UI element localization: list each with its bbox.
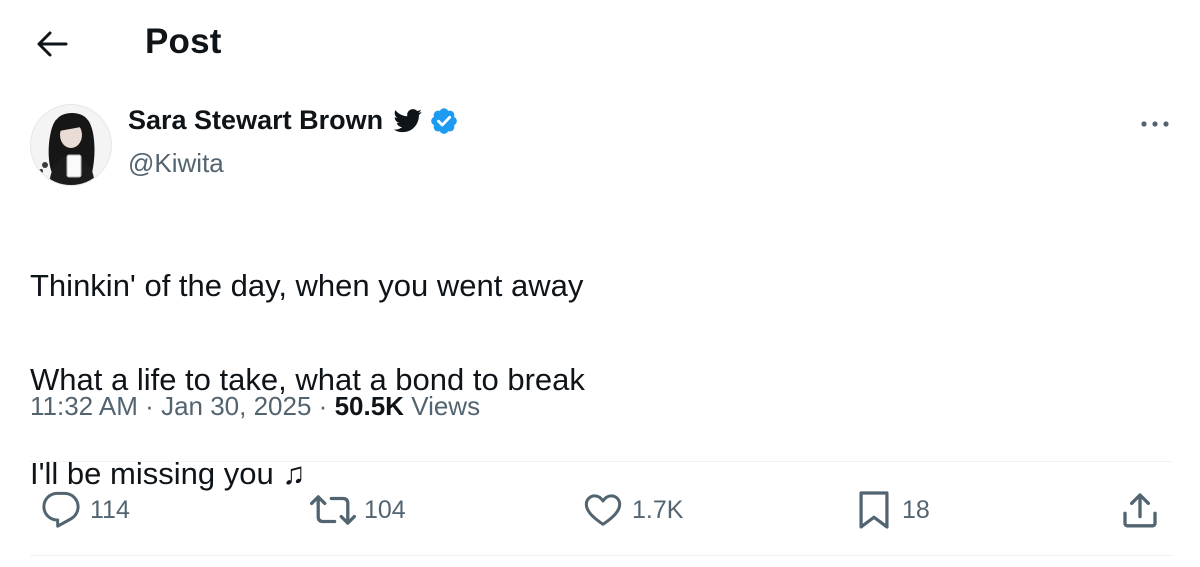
tweet-line: I'll be missing you ♫ <box>30 456 306 491</box>
arrow-left-icon <box>37 31 68 57</box>
tweet-line: Thinkin' of the day, when you went away <box>30 268 584 303</box>
top-bar: Post <box>0 0 1200 88</box>
views-label: Views <box>411 391 481 421</box>
reply-count: 114 <box>90 495 130 524</box>
repost-icon <box>310 495 356 525</box>
reply-button[interactable]: 114 <box>40 490 130 530</box>
more-options-button[interactable] <box>1130 108 1180 140</box>
divider <box>30 461 1172 462</box>
profile-photo-icon <box>31 105 111 185</box>
tweet-time: 11:32 AM <box>30 391 138 421</box>
meta-separator: · <box>145 391 154 421</box>
views-count: 50.5K <box>334 391 404 421</box>
author-name[interactable]: Sara Stewart Brown <box>128 105 459 136</box>
reply-icon <box>42 491 80 528</box>
like-count: 1.7K <box>632 495 684 524</box>
bookmark-button[interactable]: 18 <box>854 490 930 530</box>
repost-button[interactable]: 104 <box>310 490 406 530</box>
tweet-date: Jan 30, 2025 <box>161 391 312 421</box>
back-button[interactable] <box>30 24 74 64</box>
verified-badge-icon <box>429 106 459 136</box>
tweet-meta: 11:32 AM · Jan 30, 2025 · 50.5K Views <box>30 391 480 422</box>
author-display-name: Sara Stewart Brown <box>128 105 384 135</box>
more-dots-icon <box>1141 121 1169 127</box>
share-button[interactable] <box>1120 490 1160 530</box>
heart-icon <box>584 494 622 526</box>
like-button[interactable]: 1.7K <box>582 490 683 530</box>
avatar[interactable] <box>30 104 112 186</box>
bookmark-count: 18 <box>902 495 930 524</box>
tweet-text: Thinkin' of the day, when you went away … <box>30 215 1130 544</box>
timestamp-link[interactable]: 11:32 AM · Jan 30, 2025 <box>30 391 311 421</box>
bird-icon <box>393 108 423 133</box>
author-handle[interactable]: @Kiwita <box>128 148 224 179</box>
page-title: Post <box>145 22 222 61</box>
meta-separator: · <box>318 391 328 421</box>
divider <box>30 555 1172 556</box>
repost-count: 104 <box>364 495 406 524</box>
share-icon <box>1123 493 1157 528</box>
bookmark-icon <box>859 491 889 529</box>
